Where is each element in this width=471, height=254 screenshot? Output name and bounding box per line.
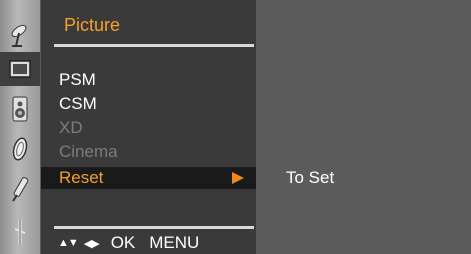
osd-screen: Picture PSM CSM XD Cinema Reset ▲▼ ◀▶ OK…	[0, 0, 471, 254]
menu-item-label: PSM	[59, 70, 96, 89]
station-menu-tab[interactable]	[3, 18, 37, 52]
option-menu-tab[interactable]	[3, 172, 37, 206]
menu-item-csm[interactable]: CSM	[41, 93, 256, 115]
picture-menu-tab[interactable]	[0, 52, 40, 86]
submenu-arrow-icon	[232, 172, 244, 184]
input-plug-icon	[14, 219, 26, 245]
speaker-icon	[12, 96, 28, 122]
menu-title: Picture	[64, 15, 121, 35]
left-right-arrows-icon: ◀▶	[83, 237, 100, 250]
sound-menu-tab[interactable]	[3, 92, 37, 126]
menu-item-psm[interactable]: PSM	[41, 69, 256, 91]
menu-item-label: CSM	[59, 94, 97, 113]
title-divider	[54, 44, 254, 47]
ok-hint: OK	[110, 233, 136, 252]
navigation-hint-bar: ▲▼ ◀▶ OK MENU	[58, 233, 199, 253]
menu-item-label: XD	[59, 118, 83, 137]
up-down-arrows-icon: ▲▼	[58, 237, 79, 249]
time-menu-tab[interactable]	[3, 132, 37, 166]
tool-icon	[12, 177, 29, 202]
picture-menu-panel: Picture PSM CSM XD Cinema Reset ▲▼ ◀▶ OK…	[41, 0, 256, 254]
picture-icon	[9, 60, 31, 78]
menu-item-label: Reset	[59, 168, 104, 187]
menu-item-label: Cinema	[59, 142, 118, 161]
satellite-dish-icon	[11, 24, 27, 47]
category-icon-strip	[0, 0, 40, 254]
submenu-panel: To Set	[256, 0, 471, 254]
bottom-divider	[54, 226, 254, 229]
menu-hint: MENU	[149, 233, 200, 252]
input-menu-tab[interactable]	[3, 215, 37, 249]
menu-item-cinema: Cinema	[41, 141, 256, 163]
menu-item-reset[interactable]: Reset	[41, 167, 256, 189]
menu-item-xd: XD	[41, 117, 256, 139]
to-set-label[interactable]: To Set	[286, 168, 334, 188]
clock-icon	[12, 137, 28, 161]
